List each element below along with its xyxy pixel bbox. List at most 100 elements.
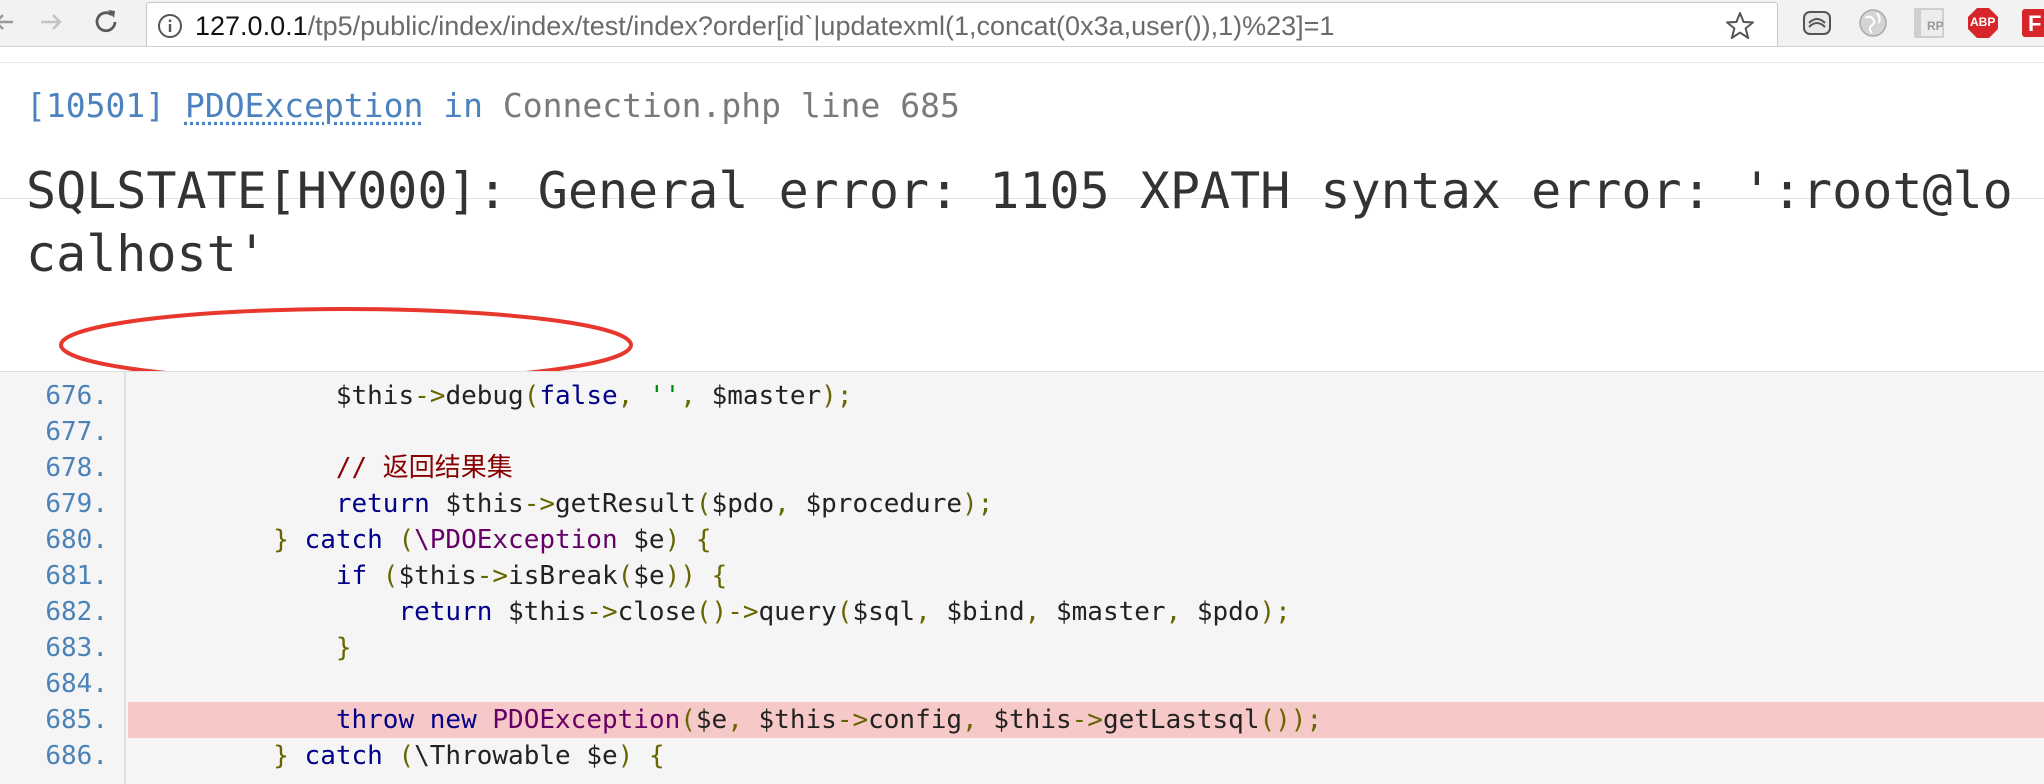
code-token: -> bbox=[414, 381, 446, 411]
code-token: return bbox=[398, 597, 493, 627]
code-token: $sql bbox=[852, 597, 916, 627]
code-token: -> bbox=[1071, 705, 1103, 735]
ext-red-icon[interactable]: F bbox=[2022, 6, 2044, 40]
code-token: -> bbox=[523, 489, 555, 519]
code-line: 686. } catch (\Throwable $e) { bbox=[0, 738, 2044, 774]
reload-button[interactable] bbox=[86, 2, 126, 42]
adblock-label: ABP bbox=[1970, 15, 1996, 29]
code-token: return bbox=[335, 489, 430, 519]
code-text: throw new PDOException($e, $this->config… bbox=[148, 702, 1322, 738]
code-token: // 返回结果集 bbox=[335, 453, 513, 483]
code-line: 685. throw new PDOException($e, $this->c… bbox=[0, 702, 2044, 738]
code-token: $this bbox=[492, 597, 587, 627]
code-token: if bbox=[335, 561, 368, 591]
code-token: ( bbox=[695, 489, 712, 519]
line-number: 686. bbox=[45, 741, 108, 771]
star-icon[interactable] bbox=[1723, 9, 1757, 43]
code-token: catch bbox=[288, 525, 399, 555]
code-token: $this bbox=[429, 489, 524, 519]
line-number: 678. bbox=[45, 453, 108, 483]
code-token: ( bbox=[617, 561, 634, 591]
code-token: '' bbox=[648, 381, 681, 411]
adblock-icon[interactable]: ABP bbox=[1966, 6, 2000, 40]
arrow-left-icon bbox=[0, 14, 13, 30]
code-token: close bbox=[617, 597, 696, 627]
code-token: $master bbox=[1055, 597, 1166, 627]
code-token: new bbox=[414, 705, 493, 735]
code-token: )) { bbox=[664, 561, 728, 591]
code-token: , bbox=[617, 381, 649, 411]
code-token: ()); bbox=[1259, 705, 1323, 735]
code-text: } catch (\PDOException $e) { bbox=[148, 522, 712, 558]
line-number: 682. bbox=[45, 597, 108, 627]
url-text[interactable]: 127.0.0.1/tp5/public/index/index/test/in… bbox=[195, 8, 1334, 44]
code-token: catch bbox=[288, 741, 399, 771]
exception-header: [10501] PDOException in Connection.php l… bbox=[26, 84, 960, 128]
code-token: $e bbox=[633, 561, 665, 591]
code-token: , bbox=[680, 381, 712, 411]
url-host: 127.0.0.1 bbox=[195, 11, 308, 41]
globe-icon[interactable] bbox=[1856, 6, 1890, 40]
code-token: \Throwable bbox=[414, 741, 571, 771]
exception-file: Connection.php bbox=[502, 86, 782, 125]
code-token: ( bbox=[398, 741, 415, 771]
code-line: 678. // 返回结果集 bbox=[0, 450, 2044, 486]
code-token: $e bbox=[617, 525, 665, 555]
code-token: $master bbox=[711, 381, 822, 411]
exception-line-number: 685 bbox=[900, 86, 960, 125]
line-number: 680. bbox=[45, 525, 108, 555]
line-number: 681. bbox=[45, 561, 108, 591]
back-button[interactable] bbox=[0, 2, 26, 42]
code-token: ); bbox=[962, 489, 994, 519]
code-token: , bbox=[962, 705, 994, 735]
code-token: { bbox=[633, 741, 665, 771]
code-token: -> bbox=[476, 561, 509, 591]
source-code-panel: 676. $this->debug(false, '', $master); 67… bbox=[0, 371, 2044, 784]
code-token: query bbox=[758, 597, 837, 627]
code-token: ); bbox=[1259, 597, 1291, 627]
code-token: $this bbox=[398, 561, 477, 591]
line-number: 684. bbox=[45, 669, 108, 699]
code-token: ) bbox=[664, 525, 681, 555]
code-token: -> bbox=[836, 705, 869, 735]
forward-button[interactable] bbox=[30, 2, 70, 42]
code-token: ( bbox=[836, 597, 853, 627]
code-token: , bbox=[1165, 597, 1197, 627]
error-message: SQLSTATE[HY000]: General error: 1105 XPA… bbox=[26, 162, 2013, 283]
code-token: ( bbox=[398, 525, 415, 555]
in-word: in bbox=[443, 86, 483, 125]
code-line: 682. return $this->close()->query($sql, … bbox=[0, 594, 2044, 630]
code-text: // 返回结果集 bbox=[148, 450, 513, 486]
ext-badge-icon[interactable] bbox=[1800, 6, 1834, 40]
code-token: throw bbox=[335, 705, 415, 735]
code-token: ( bbox=[367, 561, 399, 591]
line-number: 685. bbox=[45, 705, 108, 735]
line-number: 679. bbox=[45, 489, 108, 519]
line-number: 677. bbox=[45, 417, 108, 447]
code-token: $pdo bbox=[711, 489, 775, 519]
code-line: 681. if ($this->isBreak($e)) { bbox=[0, 558, 2044, 594]
code-token: $e bbox=[570, 741, 618, 771]
ext-red-label: F bbox=[2028, 11, 2042, 36]
code-text: } catch (\Throwable $e) { bbox=[148, 738, 665, 774]
code-token: { bbox=[680, 525, 712, 555]
code-token: $procedure bbox=[805, 489, 963, 519]
address-bar[interactable]: 127.0.0.1/tp5/public/index/index/test/in… bbox=[146, 2, 1778, 46]
code-token: , bbox=[1024, 597, 1056, 627]
exception-class-link[interactable]: PDOException bbox=[185, 86, 423, 125]
info-icon[interactable] bbox=[157, 13, 183, 39]
code-text: return $this->getResult($pdo, $procedure… bbox=[148, 486, 994, 522]
browser-toolbar: 127.0.0.1/tp5/public/index/index/test/in… bbox=[0, 0, 2044, 47]
code-token: $pdo bbox=[1196, 597, 1260, 627]
line-number: 683. bbox=[45, 633, 108, 663]
rp-icon[interactable]: RP bbox=[1912, 6, 1946, 40]
code-token: $this bbox=[335, 381, 415, 411]
code-token: getResult bbox=[555, 489, 696, 519]
code-line: 683. } bbox=[0, 630, 2044, 666]
code-token: ( bbox=[523, 381, 540, 411]
